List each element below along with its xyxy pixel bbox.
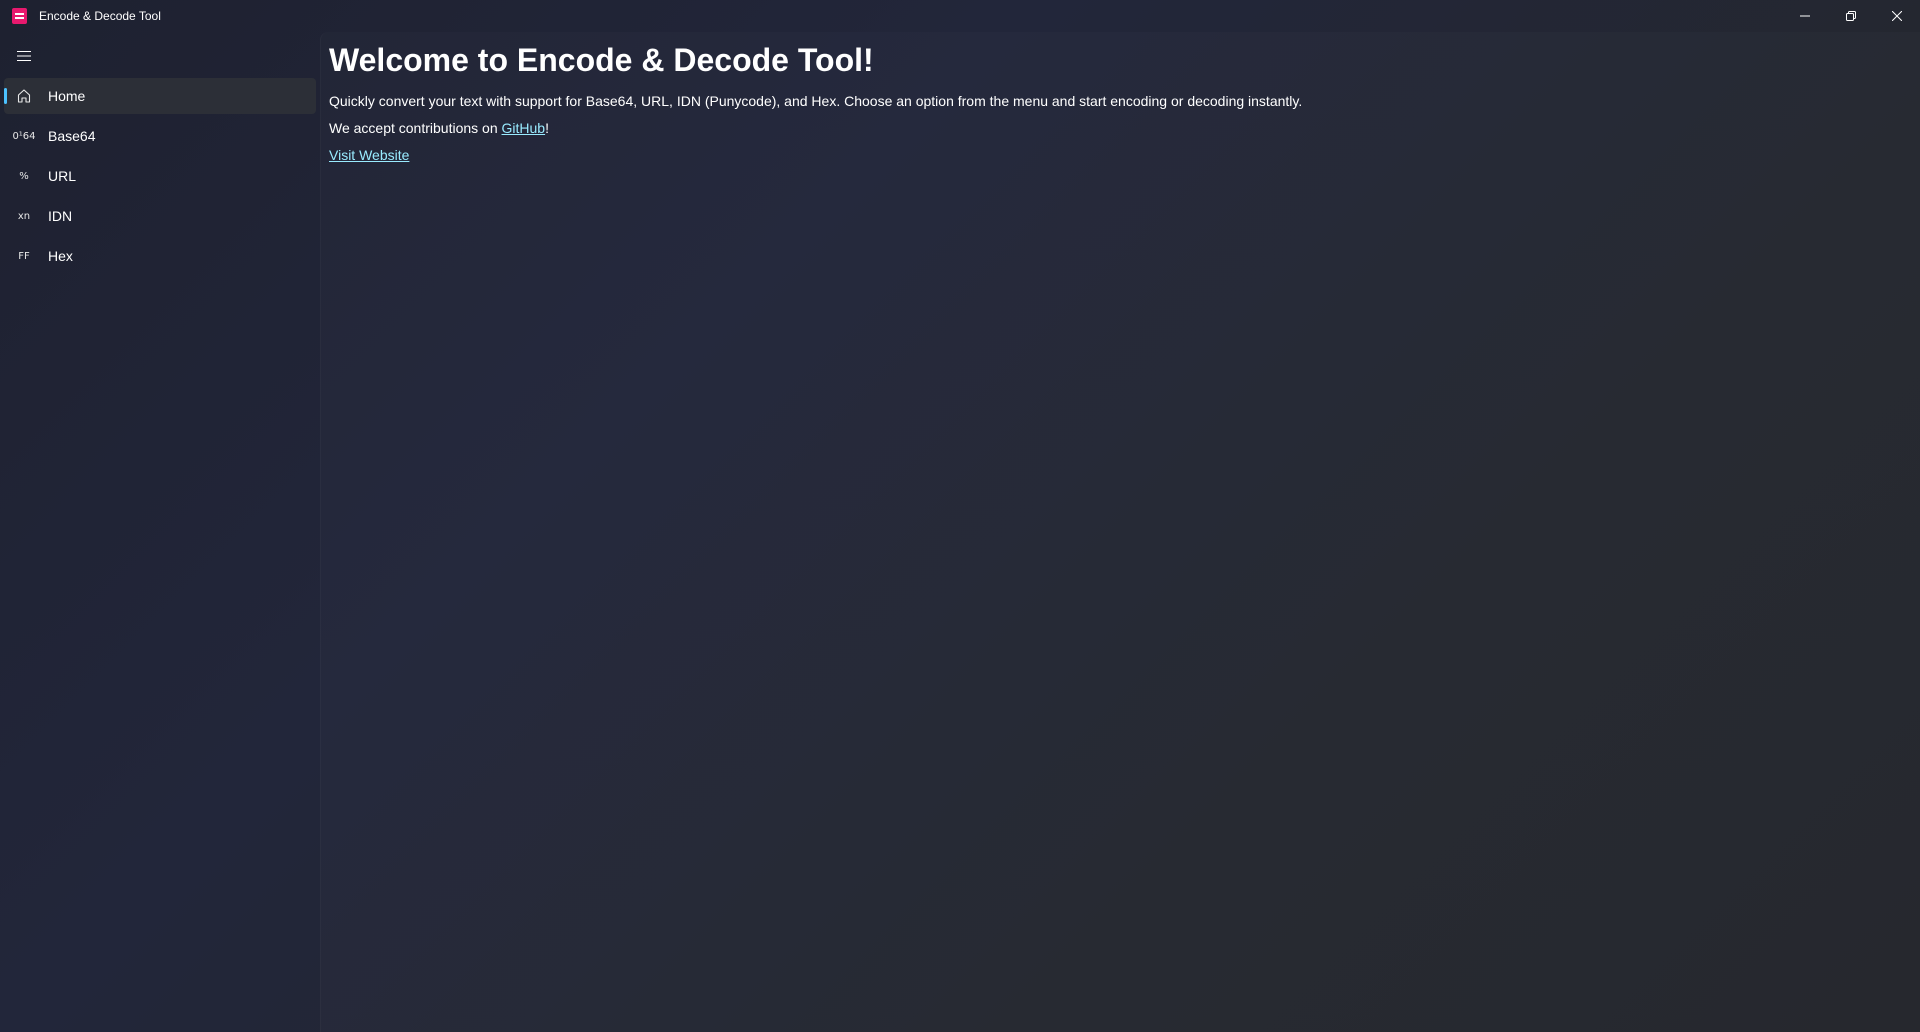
menu-toggle-button[interactable]	[4, 38, 44, 74]
page-title: Welcome to Encode & Decode Tool!	[329, 42, 874, 78]
hamburger-icon	[17, 51, 31, 61]
nav-item-label: IDN	[48, 208, 73, 224]
nav-item-idn[interactable]: xn IDN	[4, 198, 316, 234]
restore-button[interactable]	[1828, 0, 1874, 32]
nav-item-label: Base64	[48, 128, 96, 144]
hex-icon: FF	[18, 250, 30, 262]
percent-icon: %	[19, 170, 29, 182]
close-button[interactable]	[1874, 0, 1920, 32]
contributions-text: We accept contributions on GitHub!	[329, 120, 549, 136]
minimize-icon	[1800, 15, 1810, 17]
nav-list: Home 0¹64 Base64 % URL xn IDN FF Hex	[4, 78, 316, 278]
visit-website-link[interactable]: Visit Website	[329, 147, 409, 163]
nav-item-hex[interactable]: FF Hex	[4, 238, 316, 274]
title-bar[interactable]: Encode & Decode Tool	[0, 0, 1920, 32]
nav-item-home[interactable]: Home	[4, 78, 316, 114]
close-icon	[1892, 11, 1902, 21]
nav-item-url[interactable]: % URL	[4, 158, 316, 194]
app-logo-icon	[12, 8, 27, 24]
contributions-suffix: !	[545, 120, 549, 136]
window-title: Encode & Decode Tool	[39, 9, 161, 23]
restore-icon	[1846, 11, 1856, 21]
nav-item-base64[interactable]: 0¹64 Base64	[4, 118, 316, 154]
xn-icon: xn	[17, 210, 31, 222]
app-window: Encode & Decode Tool Home 0¹64 Base64 % …	[0, 0, 1920, 1032]
github-link[interactable]: GitHub	[502, 120, 546, 136]
intro-text: Quickly convert your text with support f…	[329, 93, 1303, 109]
minimize-button[interactable]	[1782, 0, 1828, 32]
home-icon	[4, 88, 44, 104]
nav-item-label: Hex	[48, 248, 73, 264]
caption-buttons	[1782, 0, 1920, 32]
nav-item-label: URL	[48, 168, 77, 184]
contributions-prefix: We accept contributions on	[329, 120, 502, 136]
navigation-pane: Home 0¹64 Base64 % URL xn IDN FF Hex	[0, 32, 320, 1032]
nav-item-label: Home	[48, 88, 86, 104]
base64-icon: 0¹64	[12, 130, 36, 142]
content-frame: Welcome to Encode & Decode Tool! Quickly…	[320, 32, 1920, 1032]
